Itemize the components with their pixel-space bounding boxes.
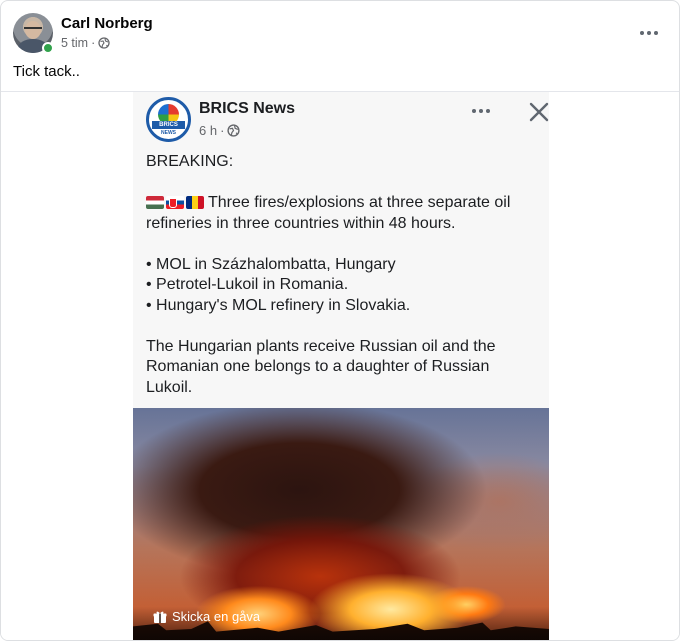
globe-icon bbox=[227, 124, 241, 137]
facebook-post: Carl Norberg 5 tim · Tick tack.. BRICS N… bbox=[0, 0, 680, 641]
send-gift-label: Skicka en gåva bbox=[172, 609, 261, 624]
close-icon bbox=[529, 102, 549, 122]
shared-source-meta: 6 h · bbox=[199, 123, 241, 138]
refinery-fire-photo: Skicka en gåva bbox=[133, 408, 549, 640]
avatar-glasses bbox=[24, 27, 42, 31]
bullet-3: • Hungary's MOL refinery in Slovakia. bbox=[146, 296, 411, 314]
intro-line-1: Three fires/explosions at three separate… bbox=[146, 193, 541, 214]
slovakia-flag-icon bbox=[166, 196, 184, 210]
outro-line-2: Romanian one belongs to a daughter of Ru… bbox=[146, 358, 490, 375]
shared-more-options-icon bbox=[467, 105, 495, 117]
intro-text-1: Three fires/explosions at three separate… bbox=[208, 194, 511, 211]
shared-meta-separator: · bbox=[220, 123, 225, 138]
intro-line-2: refineries in three countries within 48 … bbox=[146, 214, 456, 232]
bullet-2: • Petrotel-Lukoil in Romania. bbox=[146, 276, 349, 293]
headline: BREAKING: bbox=[146, 153, 234, 170]
country-flags bbox=[146, 196, 204, 210]
shared-media: BRICS NEWS BRICS News 6 h · BREAKING: Th… bbox=[1, 92, 679, 640]
outro-line-1: The Hungarian plants receive Russian oil… bbox=[146, 337, 496, 355]
logo-subtext: NEWS bbox=[161, 130, 176, 136]
shared-post-body: BREAKING: Three fires/explosions at thre… bbox=[146, 152, 541, 398]
globe-icon bbox=[98, 37, 110, 49]
online-status-dot bbox=[42, 42, 54, 54]
gift-icon bbox=[153, 611, 167, 623]
more-options-icon[interactable] bbox=[637, 25, 661, 41]
shared-screenshot[interactable]: BRICS NEWS BRICS News 6 h · BREAKING: Th… bbox=[133, 92, 549, 640]
bullet-1: • MOL in Százhalombatta, Hungary bbox=[146, 255, 396, 273]
brics-news-logo: BRICS NEWS bbox=[146, 97, 191, 142]
outro-line-3: Lukoil. bbox=[146, 378, 193, 396]
send-gift-button[interactable]: Skicka en gåva bbox=[153, 609, 260, 624]
meta-separator: · bbox=[91, 36, 96, 50]
shared-post-header: BRICS NEWS BRICS News 6 h · bbox=[146, 97, 549, 143]
post-meta: 5 tim · bbox=[61, 36, 110, 50]
post-text: Tick tack.. bbox=[13, 63, 80, 80]
romania-flag-icon bbox=[186, 196, 204, 210]
post-time[interactable]: 5 tim bbox=[61, 36, 88, 50]
shared-source-time: 6 h bbox=[199, 123, 218, 138]
shared-source-name: BRICS News bbox=[199, 100, 296, 117]
hungary-flag-icon bbox=[146, 196, 164, 210]
author-name[interactable]: Carl Norberg bbox=[61, 15, 153, 32]
logo-text: BRICS bbox=[152, 121, 185, 129]
post-header: Carl Norberg 5 tim · bbox=[13, 13, 669, 55]
